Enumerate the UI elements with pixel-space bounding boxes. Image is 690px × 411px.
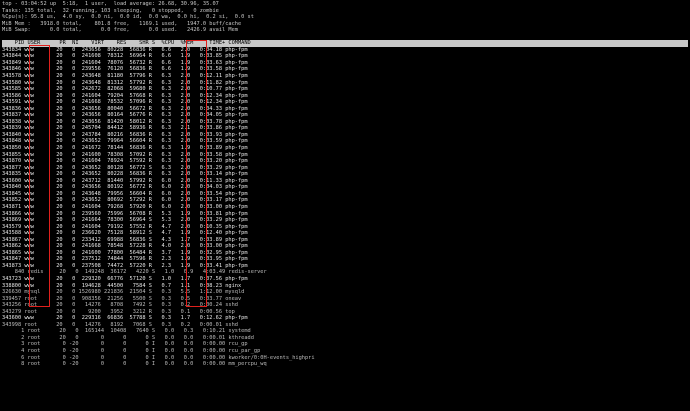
- system-summary: top - 03:04:52 up 5:18, 1 user, load ave…: [2, 1, 688, 34]
- terminal-window[interactable]: top - 03:04:52 up 5:18, 1 user, load ave…: [2, 1, 688, 368]
- swap-line: MiB Swap: 0.0 total, 0.0 free, 0.0 used.…: [2, 27, 238, 34]
- process-table: 343834 www 20 0 243656 80228 56836 R 6.6…: [2, 47, 688, 368]
- process-row: 8 root 0 -20 0 0 0 I 0.0 0.0 0:00.00 mm_…: [2, 361, 267, 368]
